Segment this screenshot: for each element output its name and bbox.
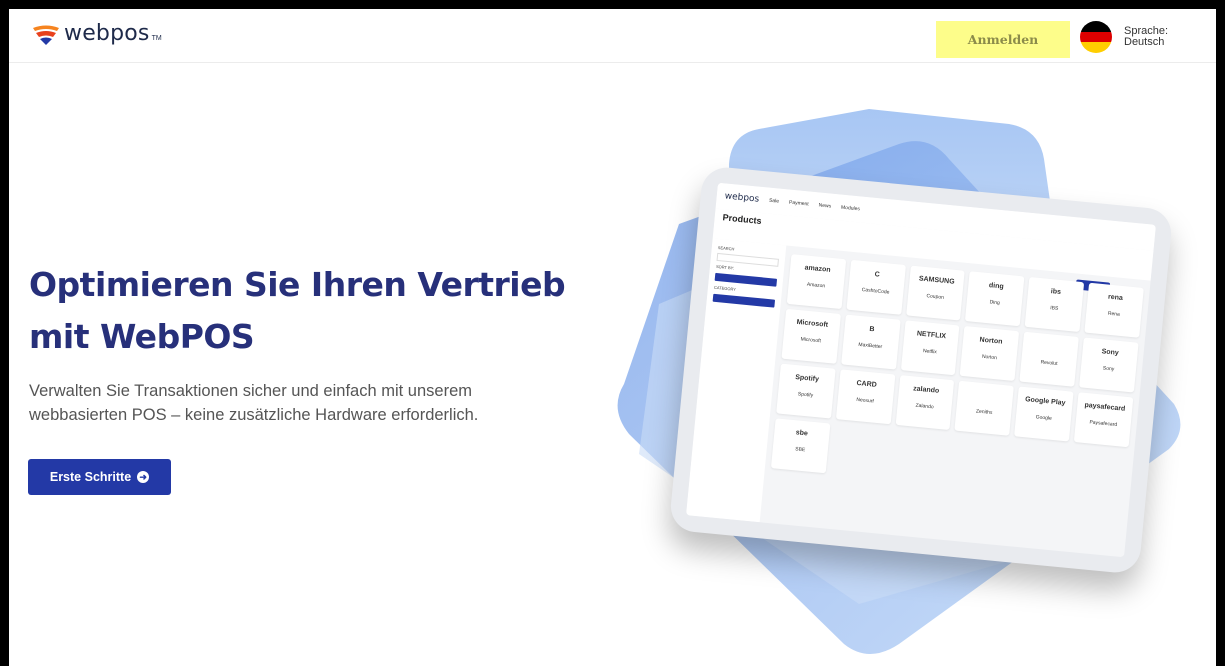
mockup-product-tile: SAMSUNG Coupon <box>905 265 966 321</box>
mockup-sort-button <box>714 272 778 287</box>
get-started-label: Erste Schritte <box>49 470 132 484</box>
mockup-tile-brand: SAMSUNG <box>918 275 955 286</box>
mockup-product-tile: C CashtoCode <box>846 259 906 315</box>
mockup-product-tile: Spotify Spotify <box>776 363 836 419</box>
mockup-product-tile: Zeniths <box>954 380 1015 436</box>
mockup-product-tile: zalando Zalando <box>895 375 955 431</box>
mockup-product-tile: ding Ding <box>965 271 1025 327</box>
mockup-tile-name: Amazon <box>806 281 826 290</box>
webpos-logo-icon <box>33 25 59 45</box>
mockup-product-tile: amazon Amazon <box>786 254 847 310</box>
mockup-tile-name: Paysafecard <box>1089 419 1118 429</box>
mockup-tile-name: MaxiBetter <box>858 341 883 351</box>
mockup-product-tile: Norton Norton <box>960 326 1020 382</box>
mockup-tile-brand: paysafecard <box>1084 401 1126 413</box>
mockup-tile-name: Neosurf <box>856 396 875 405</box>
logo-text: webpos <box>64 21 150 46</box>
mockup-tile-brand <box>1024 341 1079 346</box>
mockup-tile-name: Zeniths <box>975 408 993 417</box>
mockup-tile-brand: ding <box>988 282 1004 291</box>
mockup-tile-brand: zalando <box>912 385 940 395</box>
arrow-right-circle-icon: ➜ <box>137 471 150 483</box>
mockup-tile-name: Ding <box>989 299 1001 307</box>
mockup-tile-brand: NETFLIX <box>916 330 947 341</box>
mockup-tile-name: Sony <box>1102 365 1115 373</box>
mockup-tile-brand: Spotify <box>794 373 820 384</box>
mockup-product-tile: Microsoft Microsoft <box>781 308 841 364</box>
mockup-tile-brand: sbe <box>795 429 809 438</box>
mockup-tile-name: Google <box>1035 414 1053 422</box>
mockup-category-all <box>712 293 776 308</box>
mockup-tile-brand: ibs <box>1050 288 1062 297</box>
mockup-product-grid: amazon Amazon C CashtoCode SAMSUNG Coupon ding… <box>770 254 1144 502</box>
mockup-nav-item: Payment <box>788 199 809 208</box>
mockup-tile-brand: Google Play <box>1024 396 1066 407</box>
mockup-tile-brand: CARD <box>856 379 878 389</box>
mockup-tile-name: Coupon <box>926 293 945 301</box>
mockup-tile-brand: B <box>869 325 875 334</box>
mockup-product-tile: NETFLIX Netflix <box>900 320 960 376</box>
hero-subtitle-line1: Verwalten Sie Transaktionen sicher und e… <box>29 382 472 400</box>
mockup-tile-brand: Microsoft <box>796 318 829 329</box>
header: webpos TM Anmelden Sprache: Deutsch <box>9 9 1216 63</box>
mockup-nav-item: News <box>818 202 832 210</box>
language-value: Deutsch <box>1124 36 1165 48</box>
mockup-product-tile: Sony Sony <box>1079 337 1139 393</box>
mockup-tile-name: Spotify <box>797 391 814 399</box>
tablet-mockup: webpos Sale Payment News Modules Product… <box>668 165 1174 575</box>
hero-subtitle: Verwalten Sie Transaktionen sicher und e… <box>29 379 549 427</box>
mockup-nav-item: Sale <box>768 197 780 205</box>
mockup-tile-name: Norton <box>981 353 998 362</box>
mockup-product-tile: paysafecard Paysafecard <box>1073 392 1134 448</box>
mockup-product-tile: Google Play Google <box>1014 386 1074 442</box>
mockup-tile-name: CashtoCode <box>861 286 890 296</box>
mockup-tile-name: Revolut <box>1040 359 1058 368</box>
get-started-button[interactable]: Erste Schritte ➜ <box>28 459 171 495</box>
mockup-tile-name: Microsoft <box>800 336 822 345</box>
mockup-product-tile: sbe SBE <box>770 418 831 474</box>
mockup-product-tile: CARD Neosurf <box>835 369 896 425</box>
mockup-page-title: Products <box>722 212 763 227</box>
mockup-tile-name: Rena <box>1107 310 1121 318</box>
german-flag-icon[interactable] <box>1080 21 1112 53</box>
mockup-tile-brand: amazon <box>804 264 831 274</box>
mockup-tile-brand: rena <box>1107 293 1124 302</box>
hero-title-line2: mit WebPOS <box>29 317 255 356</box>
hero-title: Optimieren Sie Ihren Vertrieb mit WebPOS <box>29 259 589 363</box>
mockup-tile-brand: Norton <box>979 336 1003 346</box>
login-button[interactable]: Anmelden <box>936 21 1070 58</box>
language-selector[interactable]: Sprache: Deutsch <box>1124 26 1168 48</box>
mockup-tile-brand: C <box>874 271 881 279</box>
hero-illustration: webpos Sale Payment News Modules Product… <box>599 104 1199 666</box>
page: webpos TM Anmelden Sprache: Deutsch Opti… <box>9 9 1216 666</box>
tablet-screen: webpos Sale Payment News Modules Product… <box>686 182 1156 558</box>
mockup-tile-name: Netflix <box>922 348 938 356</box>
mockup-nav-item: Modules <box>840 204 861 213</box>
mockup-product-tile: rena Rena <box>1084 282 1144 338</box>
mockup-product-tile: ibs IBS <box>1024 276 1085 333</box>
mockup-tile-name: Zalando <box>915 402 934 411</box>
mockup-tile-brand: Sony <box>1101 348 1119 357</box>
hero-title-line1: Optimieren Sie Ihren Vertrieb <box>29 265 566 304</box>
mockup-tile-brand <box>959 390 1014 395</box>
mockup-tile-name: SBE <box>794 446 806 454</box>
mockup-logo: webpos <box>724 191 760 205</box>
hero-subtitle-line2: webbasierten POS – keine zusätzliche Har… <box>29 406 479 424</box>
mockup-product-tile: B MaxiBetter <box>841 314 901 370</box>
mockup-tile-name: IBS <box>1049 305 1059 312</box>
mockup-sidebar: SEARCH SORT BY: CATEGORY <box>686 238 787 523</box>
mockup-product-tile: Revolut <box>1019 331 1080 387</box>
logo-trademark: TM <box>151 35 162 42</box>
logo[interactable]: webpos TM <box>31 21 162 46</box>
